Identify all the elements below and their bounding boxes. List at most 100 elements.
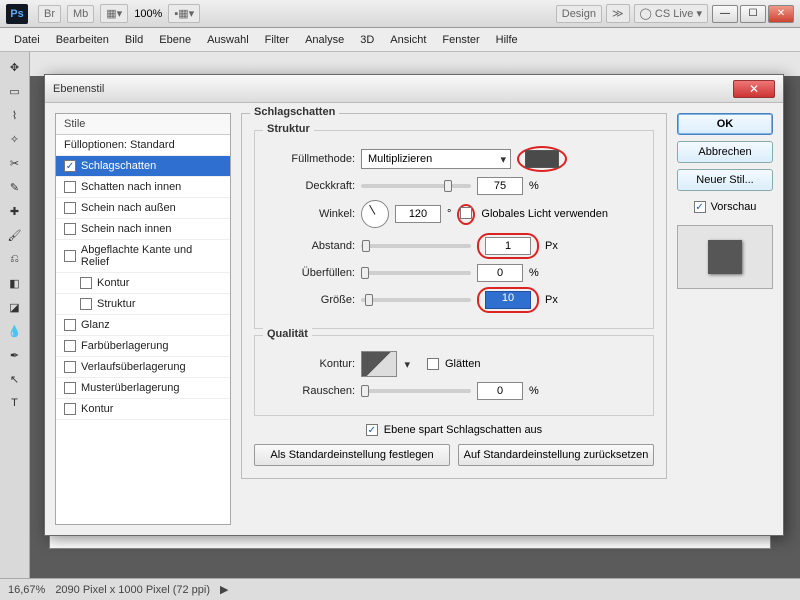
cslive-button[interactable]: ◯ CS Live ▾ bbox=[634, 4, 708, 23]
eyedropper-tool-icon[interactable]: ✎ bbox=[3, 176, 27, 198]
style-row[interactable]: Glanz bbox=[56, 315, 230, 336]
dialog-close-button[interactable]: ✕ bbox=[733, 80, 775, 98]
style-checkbox[interactable] bbox=[64, 181, 76, 193]
style-checkbox[interactable] bbox=[64, 403, 76, 415]
style-label: Schatten nach innen bbox=[81, 181, 181, 193]
menu-item[interactable]: Ansicht bbox=[390, 34, 426, 46]
menu-item[interactable]: Analyse bbox=[305, 34, 344, 46]
cancel-button[interactable]: Abbrechen bbox=[677, 141, 773, 163]
lasso-tool-icon[interactable]: ⌇ bbox=[3, 104, 27, 126]
spread-slider[interactable] bbox=[361, 271, 471, 275]
reset-default-button[interactable]: Auf Standardeinstellung zurücksetzen bbox=[458, 444, 654, 466]
preview-thumbnail bbox=[677, 225, 773, 289]
marquee-tool-icon[interactable]: ▭ bbox=[3, 80, 27, 102]
style-label: Abgeflachte Kante und Relief bbox=[81, 244, 222, 268]
style-row[interactable]: Kontur bbox=[56, 399, 230, 420]
style-checkbox[interactable] bbox=[64, 361, 76, 373]
style-row[interactable]: Schlagschatten bbox=[56, 156, 230, 177]
style-row[interactable]: Farbüberlagerung bbox=[56, 336, 230, 357]
minibridge-button[interactable]: Mb bbox=[67, 5, 94, 23]
style-checkbox[interactable] bbox=[64, 382, 76, 394]
close-button[interactable]: ✕ bbox=[768, 5, 794, 23]
ok-button[interactable]: OK bbox=[677, 113, 773, 135]
minimize-button[interactable]: — bbox=[712, 5, 738, 23]
dialog-right-column: OK Abbrechen Neuer Stil... Vorschau bbox=[677, 113, 773, 525]
style-label: Musterüberlagerung bbox=[81, 382, 179, 394]
angle-input[interactable] bbox=[395, 205, 441, 223]
global-light-checkbox[interactable] bbox=[460, 207, 472, 219]
path-tool-icon[interactable]: ↖ bbox=[3, 368, 27, 390]
style-label: Kontur bbox=[81, 403, 113, 415]
style-label: Struktur bbox=[97, 298, 136, 310]
dialog-titlebar[interactable]: Ebenenstil ✕ bbox=[45, 75, 783, 103]
noise-label: Rauschen: bbox=[267, 385, 355, 397]
maximize-button[interactable]: ☐ bbox=[740, 5, 766, 23]
wand-tool-icon[interactable]: ✧ bbox=[3, 128, 27, 150]
noise-slider[interactable] bbox=[361, 389, 471, 393]
crop-tool-icon[interactable]: ✂ bbox=[3, 152, 27, 174]
opacity-input[interactable] bbox=[477, 177, 523, 195]
style-row[interactable]: Schein nach innen bbox=[56, 219, 230, 240]
shadow-color-swatch[interactable] bbox=[525, 150, 559, 168]
antialias-checkbox[interactable] bbox=[427, 358, 439, 370]
style-row[interactable]: Schatten nach innen bbox=[56, 177, 230, 198]
distance-slider[interactable] bbox=[361, 244, 471, 248]
bridge-button[interactable]: Br bbox=[38, 5, 61, 23]
type-tool-icon[interactable]: T bbox=[3, 392, 27, 414]
angle-dial[interactable] bbox=[361, 200, 389, 228]
toolbar-extra[interactable]: ▪▦▾ bbox=[168, 4, 200, 23]
style-row[interactable]: Verlaufsüberlagerung bbox=[56, 357, 230, 378]
style-row[interactable]: Struktur bbox=[56, 294, 230, 315]
style-checkbox[interactable] bbox=[80, 277, 92, 289]
style-row[interactable]: Abgeflachte Kante und Relief bbox=[56, 240, 230, 273]
menu-item[interactable]: Hilfe bbox=[496, 34, 518, 46]
new-style-button[interactable]: Neuer Stil... bbox=[677, 169, 773, 191]
size-input[interactable]: 10 bbox=[485, 291, 531, 309]
style-checkbox[interactable] bbox=[64, 250, 76, 262]
knockout-checkbox[interactable] bbox=[366, 424, 378, 436]
blend-mode-select[interactable]: Multiplizieren bbox=[361, 149, 511, 169]
style-checkbox[interactable] bbox=[64, 319, 76, 331]
menu-item[interactable]: Bild bbox=[125, 34, 143, 46]
style-checkbox[interactable] bbox=[64, 340, 76, 352]
style-checkbox[interactable] bbox=[64, 160, 76, 172]
pct-unit: % bbox=[529, 180, 539, 192]
workspace-expand[interactable]: ≫ bbox=[606, 4, 630, 23]
status-bar: 16,67% 2090 Pixel x 1000 Pixel (72 ppi) … bbox=[0, 578, 800, 600]
opacity-slider[interactable] bbox=[361, 184, 471, 188]
style-checkbox[interactable] bbox=[80, 298, 92, 310]
gradient-tool-icon[interactable]: ◪ bbox=[3, 296, 27, 318]
workspace-design[interactable]: Design bbox=[556, 5, 602, 23]
distance-input[interactable] bbox=[485, 237, 531, 255]
view-mode-button[interactable]: ▦▾ bbox=[100, 4, 128, 23]
menu-item[interactable]: Ebene bbox=[159, 34, 191, 46]
size-label: Größe: bbox=[267, 294, 355, 306]
menu-item[interactable]: Bearbeiten bbox=[56, 34, 109, 46]
stamp-tool-icon[interactable]: ⎌ bbox=[3, 248, 27, 270]
style-row[interactable]: Schein nach außen bbox=[56, 198, 230, 219]
menu-item[interactable]: Auswahl bbox=[207, 34, 249, 46]
pen-tool-icon[interactable]: ✒ bbox=[3, 344, 27, 366]
menu-item[interactable]: 3D bbox=[360, 34, 374, 46]
preview-checkbox[interactable] bbox=[694, 201, 706, 213]
spread-input[interactable] bbox=[477, 264, 523, 282]
brush-tool-icon[interactable]: 🖌 bbox=[3, 224, 27, 246]
heal-tool-icon[interactable]: ✚ bbox=[3, 200, 27, 222]
menu-item[interactable]: Fenster bbox=[442, 34, 479, 46]
status-arrow-icon[interactable]: ▶ bbox=[220, 583, 228, 596]
eraser-tool-icon[interactable]: ◧ bbox=[3, 272, 27, 294]
noise-input[interactable] bbox=[477, 382, 523, 400]
style-row[interactable]: Kontur bbox=[56, 273, 230, 294]
menu-item[interactable]: Datei bbox=[14, 34, 40, 46]
blur-tool-icon[interactable]: 💧 bbox=[3, 320, 27, 342]
style-checkbox[interactable] bbox=[64, 202, 76, 214]
style-row[interactable]: Musterüberlagerung bbox=[56, 378, 230, 399]
move-tool-icon[interactable]: ✥ bbox=[3, 56, 27, 78]
style-row[interactable]: Fülloptionen: Standard bbox=[56, 135, 230, 156]
size-slider[interactable] bbox=[361, 298, 471, 302]
style-checkbox[interactable] bbox=[64, 223, 76, 235]
contour-picker[interactable] bbox=[361, 351, 397, 377]
top-toolbar: Ps Br Mb ▦▾ 100% ▪▦▾ Design ≫ ◯ CS Live … bbox=[0, 0, 800, 28]
make-default-button[interactable]: Als Standardeinstellung festlegen bbox=[254, 444, 450, 466]
menu-item[interactable]: Filter bbox=[265, 34, 289, 46]
